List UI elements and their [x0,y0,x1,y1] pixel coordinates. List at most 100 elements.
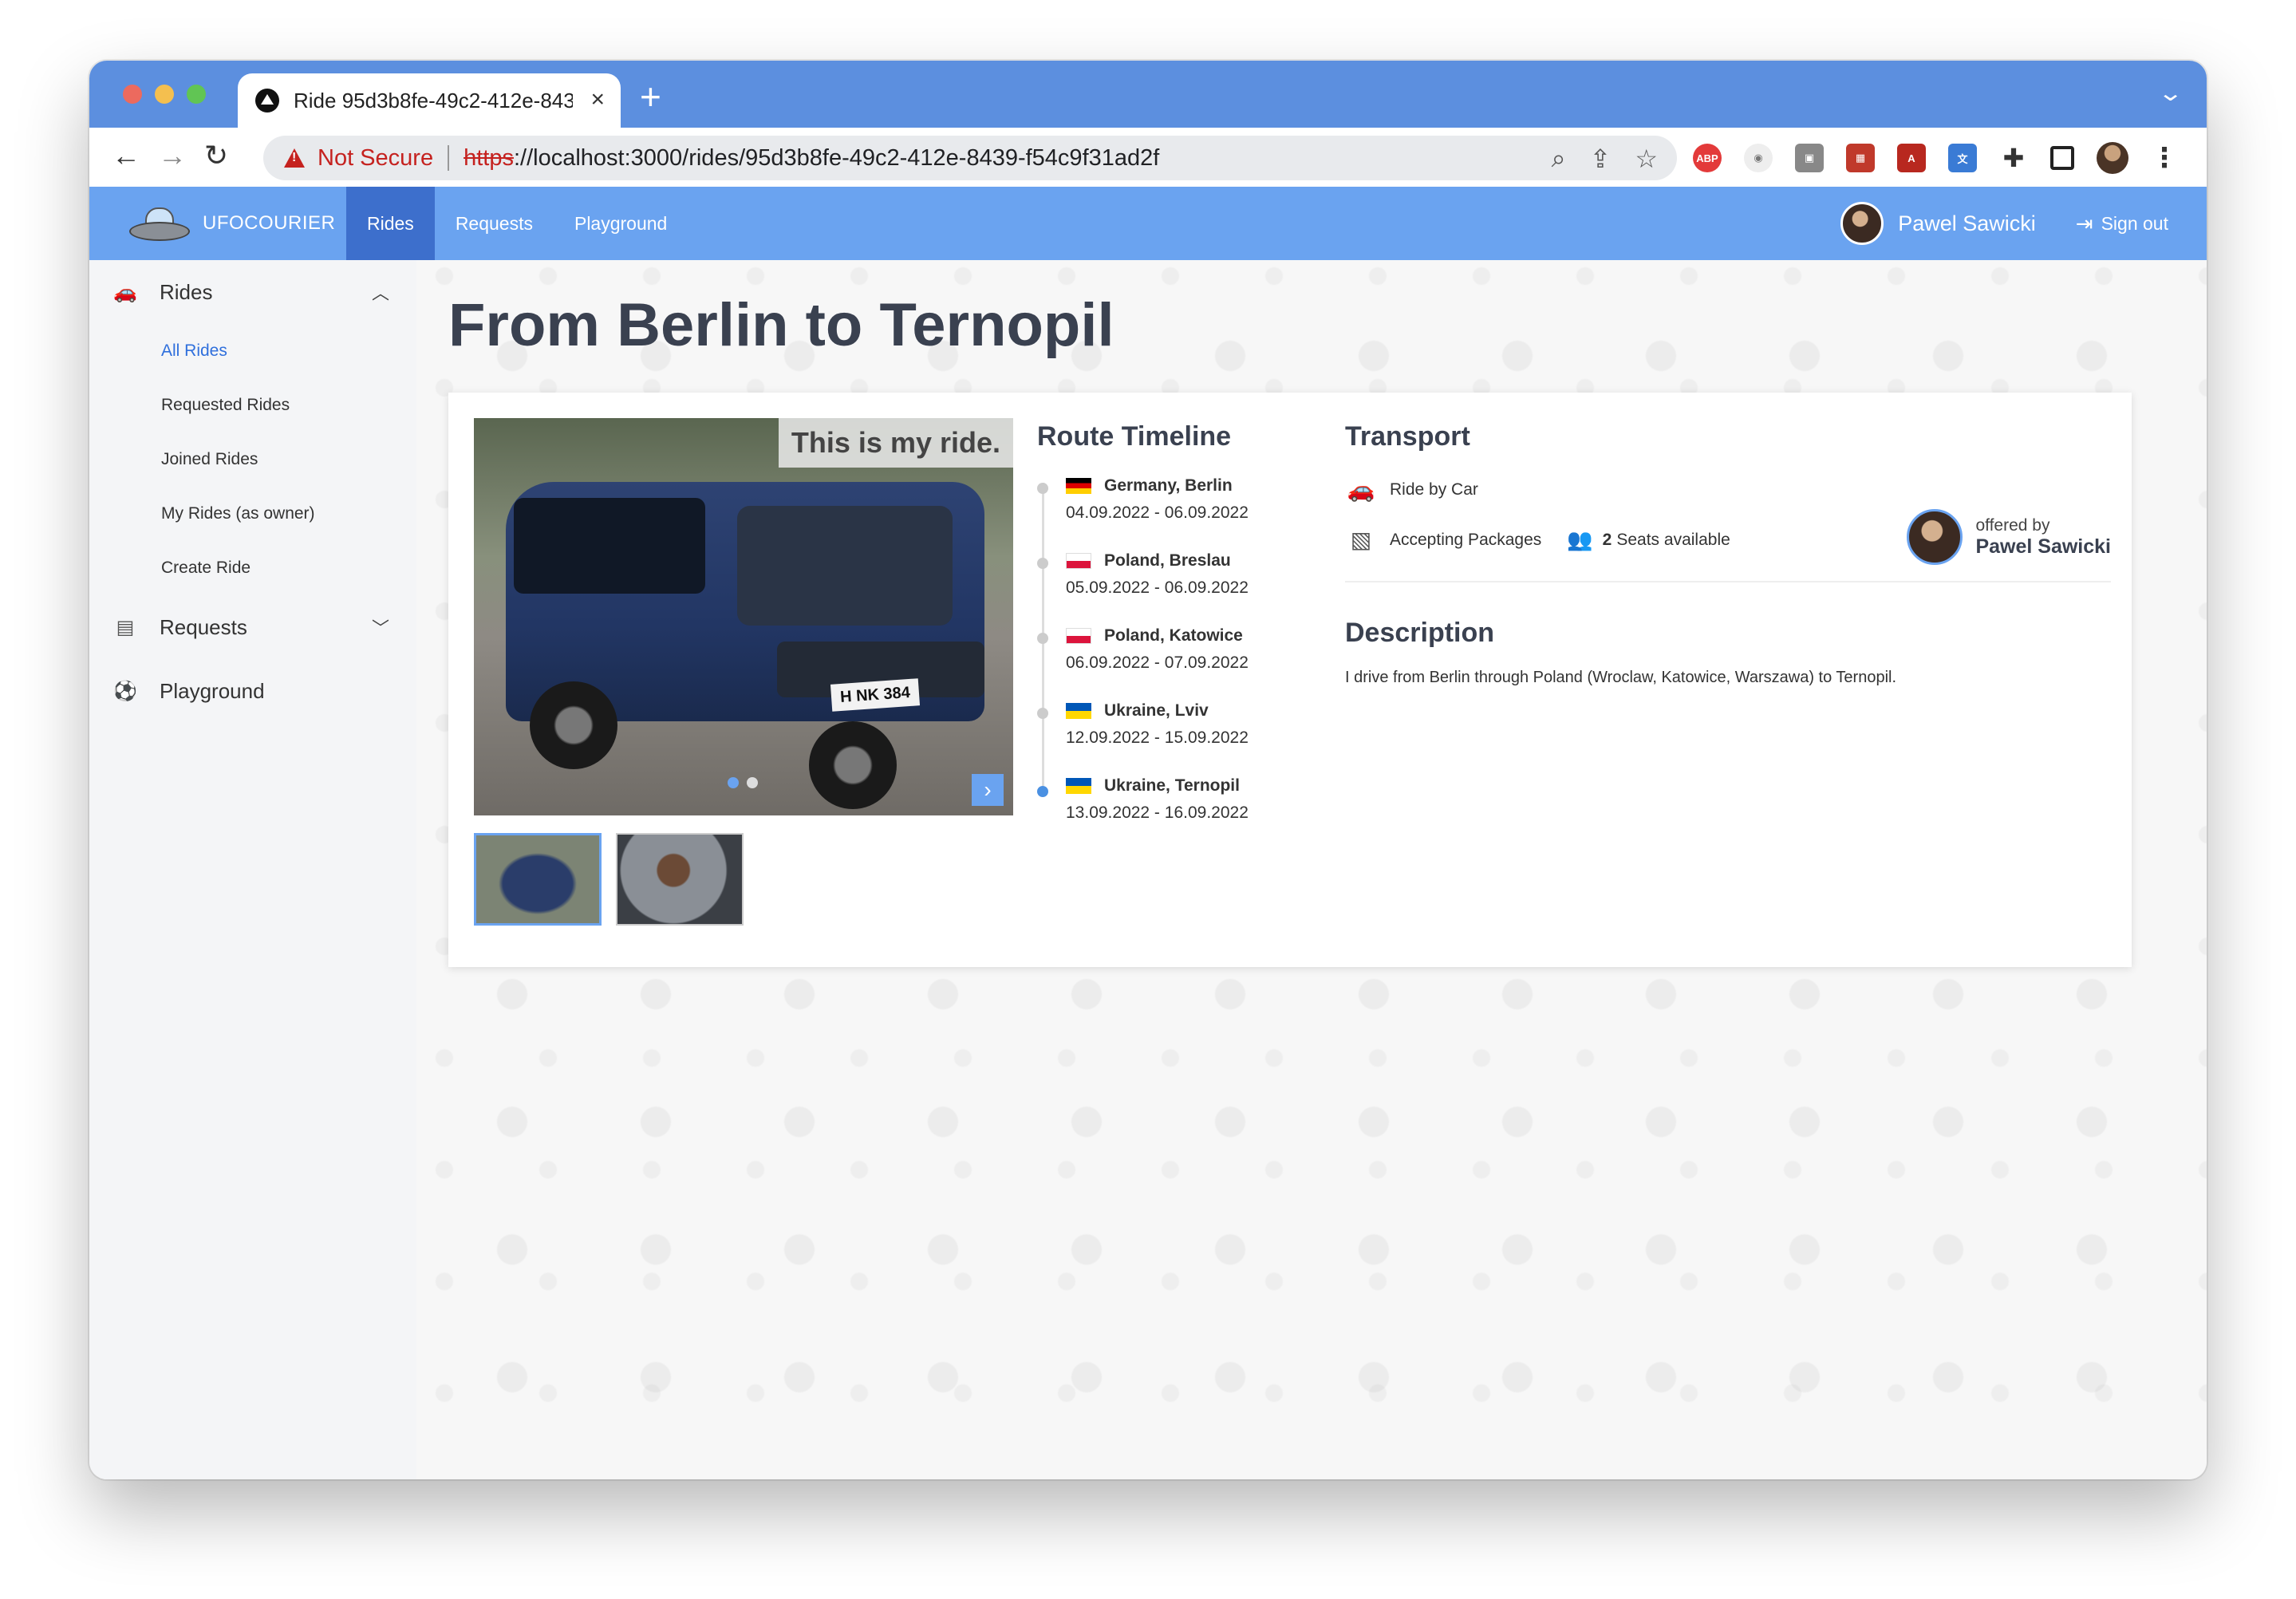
stop-dates: 05.09.2022 - 06.09.2022 [1066,578,1249,597]
van-window [514,498,705,594]
close-window-button[interactable] [123,85,142,104]
car-icon: 🚗 [1347,477,1375,502]
timeline-dot [1037,483,1048,494]
poland-flag-icon [1066,628,1091,644]
timeline-dot [1037,786,1048,797]
reload-icon[interactable]: ↻ [204,139,228,172]
description-text: I drive from Berlin through Poland (Wroc… [1345,669,1897,686]
security-status[interactable]: Not Secure [318,145,433,172]
camera-extension-icon[interactable]: ▣ [1795,144,1824,172]
warning-icon [284,148,305,168]
van-windshield [737,506,953,626]
brand-name: UFOCOURIER [203,212,336,234]
tab-title: Ride 95d3b8fe-49c2-412e-8439-f54c9f31ad2… [294,88,573,113]
browser-toolbar: ← → ↻ Not Secure https://localhost:3000/… [89,128,2207,187]
van-wheel [530,681,617,769]
thumbnail-driver[interactable] [616,833,744,926]
url-scheme: https [464,144,514,171]
bookmark-star-icon[interactable]: ☆ [1635,144,1658,174]
carousel-next-button[interactable]: › [972,774,1004,806]
stop-place: Poland, Breslau [1104,551,1231,570]
stop-place: Germany, Berlin [1104,476,1233,495]
description-title: Description [1345,618,1495,648]
nav-rides[interactable]: Rides [346,187,435,260]
forward-icon[interactable]: → [158,139,187,172]
new-tab-button[interactable]: + [640,75,661,118]
timeline-stop: Poland, Katowice 06.09.2022 - 07.09.2022 [1037,626,1300,701]
sidebar-item-requested-rides[interactable]: Requested Rides [89,378,416,432]
packages-label: Accepting Packages [1390,530,1542,549]
sidebar-item-all-rides[interactable]: All Rides [89,324,416,378]
zoom-window-button[interactable] [187,85,206,104]
stop-place: Ukraine, Lviv [1104,701,1209,720]
navbar-user-area: Pawel Sawicki ⇥ Sign out [1840,187,2207,260]
sidebar-item-joined-rides[interactable]: Joined Rides [89,432,416,487]
app-root: UFOCOURIER Rides Requests Playground Paw… [89,187,2207,1479]
nav-playground[interactable]: Playground [554,187,688,260]
minimize-window-button[interactable] [155,85,174,104]
sidebar-rides-label: Rides [160,279,213,304]
thumbnail-strip [474,833,744,926]
timeline-stop: Germany, Berlin 04.09.2022 - 06.09.2022 [1037,476,1300,551]
main-content: From Berlin to Ternopil H NK 384 This is… [416,260,2207,1479]
side-panel-icon[interactable] [2050,146,2074,170]
car-icon: 🚗 [113,281,137,303]
brand[interactable]: UFOCOURIER [89,187,346,260]
sidebar-playground[interactable]: ⚽ Playground [89,659,416,723]
offered-by[interactable]: offered by Pawel Sawicki [1907,509,2111,565]
stop-dates: 12.09.2022 - 15.09.2022 [1066,728,1249,747]
pdf-extension-icon[interactable]: A [1897,144,1926,172]
user-avatar[interactable] [1840,202,1884,245]
timeline-title: Route Timeline [1037,421,1232,452]
stop-dates: 04.09.2022 - 06.09.2022 [1066,503,1249,522]
favicon-icon [255,89,279,113]
share-icon[interactable]: ⇪ [1590,144,1612,174]
packages-icon: ▧ [1350,527,1372,552]
transport-mode-label: Ride by Car [1390,480,1478,499]
puzzle-icon[interactable]: ✚ [1999,144,2028,172]
browser-tab[interactable]: Ride 95d3b8fe-49c2-412e-8439-f54c9f31ad2… [238,73,621,128]
owner-avatar[interactable] [1907,509,1963,565]
sidebar-item-my-rides[interactable]: My Rides (as owner) [89,487,416,541]
profile-avatar[interactable] [2097,142,2128,174]
omnibox-actions: ⌕ ⇪ ☆ [1552,144,1658,174]
carousel-dot[interactable] [747,777,758,788]
section-divider [1345,581,2111,582]
poland-flag-icon [1066,553,1091,569]
tab-bar: Ride 95d3b8fe-49c2-412e-8439-f54c9f31ad2… [89,61,2207,128]
page-title: From Berlin to Ternopil [448,291,1114,359]
sidebar-rides-header[interactable]: 🚗 Rides ︿ [89,260,416,324]
owner-name[interactable]: Pawel Sawicki [1975,535,2111,559]
timeline-dot [1037,708,1048,719]
timeline-list: Germany, Berlin 04.09.2022 - 06.09.2022 … [1037,476,1300,851]
tab-close-icon[interactable]: × [590,86,605,113]
seats-info: 👥 2 Seats available [1567,527,1730,552]
grid-extension-icon[interactable]: ▦ [1846,144,1875,172]
thumbnail-van[interactable] [474,833,602,926]
url-path: ://localhost:3000/rides/95d3b8fe-49c2-41… [513,144,1160,171]
url-text[interactable]: https://localhost:3000/rides/95d3b8fe-49… [464,145,1159,172]
sidebar-item-create-ride[interactable]: Create Ride [89,541,416,595]
browser-window: Ride 95d3b8fe-49c2-412e-8439-f54c9f31ad2… [89,61,2207,1479]
sidebar-playground-label: Playground [160,678,265,703]
seats-count: 2 [1602,530,1612,549]
adblock-icon[interactable]: ABP [1693,144,1722,172]
sidebar-requests-header[interactable]: ▤ Requests ﹀ [89,595,416,659]
address-bar[interactable]: Not Secure https://localhost:3000/rides/… [263,136,1677,180]
nav-requests[interactable]: Requests [435,187,554,260]
chevron-up-icon: ︿ [371,283,389,303]
translate-extension-icon[interactable]: 文 [1948,144,1977,172]
sign-out-link[interactable]: ⇥ Sign out [2076,211,2168,236]
panda-extension-icon[interactable]: ◉ [1744,144,1773,172]
carousel-dot[interactable] [728,777,739,788]
image-carousel[interactable]: H NK 384 This is my ride. › [474,418,1013,815]
back-icon[interactable]: ← [112,139,140,172]
zoom-icon[interactable]: ⌕ [1552,144,1566,174]
tab-search-chevron-icon[interactable]: ⌄ [2157,80,2184,106]
timeline-dot [1037,633,1048,644]
user-name[interactable]: Pawel Sawicki [1898,211,2036,236]
kebab-menu-icon[interactable]: ⋮ [2151,142,2178,174]
chevron-down-icon: ﹀ [371,618,389,638]
route-timeline: Route Timeline Germany, Berlin 04.09.202… [1037,421,1300,851]
carousel-caption: This is my ride. [778,418,1013,468]
